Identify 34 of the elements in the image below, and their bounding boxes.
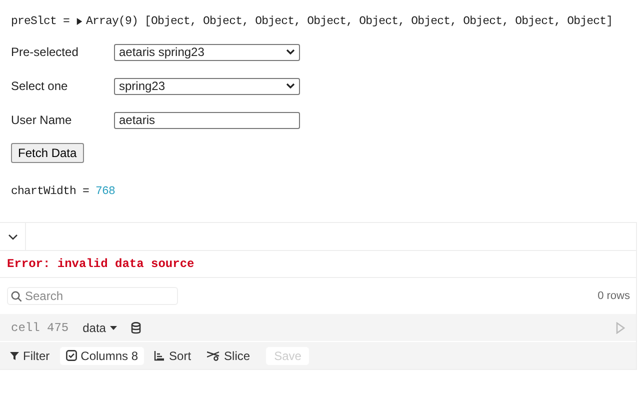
row-count: 0 rows <box>598 290 630 302</box>
checkbox-icon <box>66 350 77 361</box>
equals-sign: = <box>62 15 71 28</box>
array-contents: [Object, Object, Object, Object, Object, Object, Object, Object, Object] <box>144 15 613 28</box>
field-label: Select one <box>11 79 69 93</box>
slice-button[interactable]: Slice <box>201 346 256 364</box>
sort-icon <box>154 350 166 360</box>
chevron-down-icon[interactable] <box>8 234 18 240</box>
columns-button[interactable]: Columns 8 <box>60 346 144 364</box>
error-message: Error: invalid data source <box>7 257 194 271</box>
array-summary[interactable]: Array(9) <box>86 15 138 28</box>
database-icon[interactable] <box>130 322 141 334</box>
variable-name: preSlct <box>11 15 57 28</box>
filter-icon <box>10 351 19 360</box>
chevron-down-icon <box>286 49 295 55</box>
filter-button[interactable]: Filter <box>4 346 56 364</box>
variable-name: chartWidth <box>11 185 76 198</box>
caret-down-icon <box>110 326 117 330</box>
data-source-dropdown[interactable]: data <box>82 320 117 334</box>
search-field[interactable]: Search <box>7 287 178 305</box>
text-input[interactable]: aetaris <box>114 112 300 128</box>
dropdown[interactable]: spring23 <box>114 78 300 94</box>
field-label: Pre-selected <box>11 45 80 59</box>
field-label: User Name <box>11 113 73 127</box>
equals-sign: = <box>82 185 90 198</box>
dropdown[interactable]: aetaris spring23 <box>114 44 300 60</box>
scissors-icon <box>207 350 220 361</box>
search-icon <box>11 290 22 302</box>
number-value: 768 <box>96 185 116 198</box>
cell-label: cell 475 <box>11 320 69 334</box>
sort-button[interactable]: Sort <box>148 346 198 364</box>
fetch-data-button[interactable]: Fetch Data <box>11 143 84 163</box>
chevron-down-icon <box>286 83 295 89</box>
expand-triangle-icon[interactable] <box>76 18 84 25</box>
